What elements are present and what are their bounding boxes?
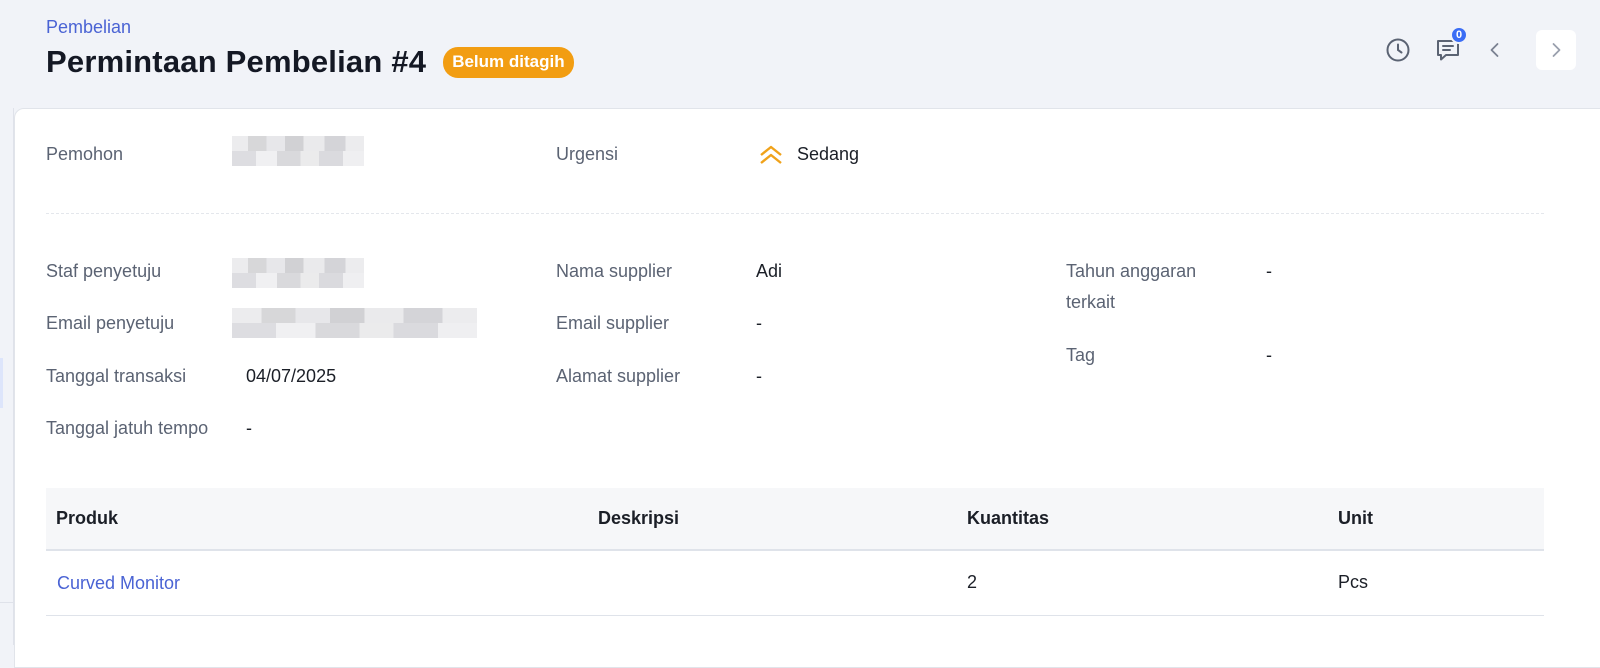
tag-label: Tag	[1066, 345, 1096, 365]
page-title: Permintaan Pembelian #4	[46, 44, 427, 79]
supplier-name-value: Adi	[756, 261, 783, 281]
page-header: Pembelian Permintaan Pembelian #4 Belum …	[0, 0, 1600, 110]
chevron-right-icon	[1552, 43, 1561, 57]
supplier-email-label: Email supplier	[556, 313, 670, 333]
history-button[interactable]	[1378, 30, 1418, 70]
previous-button[interactable]	[1475, 30, 1515, 70]
table-row: Curved Monitor 2 Pcs	[46, 551, 1544, 616]
chevron-left-icon	[1490, 43, 1499, 57]
next-button[interactable]	[1536, 30, 1576, 70]
budget-year-value: -	[1266, 261, 1272, 281]
supplier-address-label: Alamat supplier	[556, 366, 681, 386]
tag-value: -	[1266, 345, 1272, 365]
column-header-product: Produk	[56, 508, 119, 528]
approver-email-value-redacted	[232, 308, 477, 338]
budget-year-label: Tahun anggaran	[1066, 261, 1197, 281]
urgency-label: Urgensi	[556, 144, 619, 164]
column-header-description: Deskripsi	[598, 508, 680, 528]
budget-year-label-line2: terkait	[1066, 292, 1116, 312]
approver-value-redacted	[232, 258, 364, 288]
requester-label: Pemohon	[46, 144, 124, 164]
supplier-name-label: Nama supplier	[556, 261, 673, 281]
transaction-date-label: Tanggal transaksi	[46, 366, 187, 386]
comments-button[interactable]: 0	[1428, 26, 1468, 70]
approver-email-label: Email penyetuju	[46, 313, 175, 333]
quantity-cell: 2	[967, 572, 978, 592]
status-badge: Belum ditagih	[443, 46, 574, 78]
product-table: Produk Deskripsi Kuantitas Unit Curved M…	[46, 488, 1544, 616]
supplier-address-value: -	[756, 366, 762, 386]
due-date-value: -	[246, 418, 252, 438]
urgency-value: Sedang	[797, 144, 860, 164]
section-divider	[46, 213, 1544, 214]
due-date-label: Tanggal jatuh tempo	[46, 418, 209, 438]
transaction-date-value: 04/07/2025	[246, 366, 337, 386]
approver-label: Staf penyetuju	[46, 261, 162, 281]
product-link[interactable]: Curved Monitor	[57, 573, 180, 594]
supplier-email-value: -	[756, 313, 762, 333]
column-header-unit: Unit	[1338, 508, 1373, 528]
requester-value-redacted	[232, 136, 364, 166]
sidebar-divider	[0, 602, 14, 603]
title-row: Permintaan Pembelian #4 Belum ditagih	[46, 44, 574, 80]
column-header-quantity: Kuantitas	[967, 508, 1050, 528]
breadcrumb[interactable]: Pembelian	[46, 17, 131, 38]
clock-icon	[1386, 38, 1410, 62]
unit-cell: Pcs	[1338, 572, 1369, 592]
sidebar-active-indicator	[0, 358, 3, 408]
comment-count-badge: 0	[1450, 26, 1468, 44]
double-chevron-up-icon	[760, 145, 782, 164]
table-header: Produk Deskripsi Kuantitas Unit	[46, 488, 1544, 551]
